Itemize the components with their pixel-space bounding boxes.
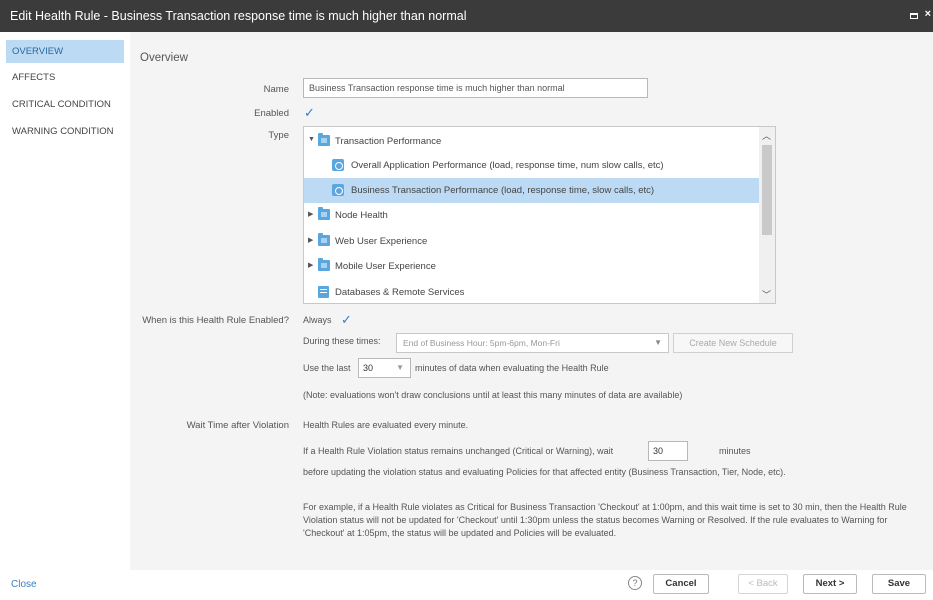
tree-item-label: Transaction Performance bbox=[335, 136, 442, 147]
unchanged-text: If a Health Rule Violation status remain… bbox=[303, 446, 614, 456]
collapse-arrow-icon[interactable]: ▶ bbox=[308, 236, 313, 244]
schedule-select: End of Business Hour: 5pm-6pm, Mon-Fri ▼ bbox=[396, 333, 669, 353]
sidebar bbox=[0, 32, 130, 600]
folder-icon bbox=[318, 207, 330, 220]
tree-item-label: Databases & Remote Services bbox=[335, 287, 465, 298]
tree-item-node-health[interactable]: ▶ Node Health bbox=[304, 203, 760, 228]
example-text: For example, if a Health Rule violates a… bbox=[303, 502, 907, 538]
tree-item-label: Business Transaction Performance (load, … bbox=[351, 185, 655, 196]
name-label: Name bbox=[263, 84, 289, 95]
minutes-suffix: minutes of data when evaluating the Heal… bbox=[415, 363, 609, 373]
tree-scrollbar[interactable]: ︿ ﹀ bbox=[759, 127, 775, 303]
title-bar: Edit Health Rule - Business Transaction … bbox=[0, 0, 933, 32]
type-tree: ▼ Transaction Performance Overall Applic… bbox=[303, 126, 776, 304]
tree-item-overall-application-performance[interactable]: Overall Application Performance (load, r… bbox=[304, 153, 760, 178]
tree-item-web-user-experience[interactable]: ▶ Web User Experience bbox=[304, 229, 760, 254]
wait-suffix: minutes bbox=[719, 446, 751, 456]
scroll-up-icon[interactable]: ︿ bbox=[762, 129, 771, 142]
database-icon bbox=[318, 286, 329, 298]
window-title: Edit Health Rule - Business Transaction … bbox=[10, 9, 467, 23]
sidebar-item-overview[interactable]: OVERVIEW bbox=[6, 40, 124, 63]
tree-item-label: Mobile User Experience bbox=[335, 261, 436, 272]
tree-item-label: Node Health bbox=[335, 210, 388, 221]
sidebar-item-affects[interactable]: AFFECTS bbox=[6, 66, 124, 89]
cancel-button[interactable]: Cancel bbox=[653, 574, 709, 594]
always-label: Always bbox=[303, 315, 332, 325]
next-button[interactable]: Next > bbox=[803, 574, 857, 594]
wait-minutes-input[interactable]: 30 bbox=[648, 441, 688, 461]
help-icon[interactable]: ? bbox=[628, 576, 642, 590]
application-icon bbox=[332, 159, 344, 171]
enabled-checkbox[interactable]: ✓ bbox=[304, 106, 315, 119]
schedule-value: End of Business Hour: 5pm-6pm, Mon-Fri bbox=[403, 338, 560, 348]
sidebar-item-warning-condition[interactable]: WARNING CONDITION bbox=[6, 120, 124, 143]
tree-item-business-transaction-performance[interactable]: Business Transaction Performance (load, … bbox=[304, 178, 760, 203]
minutes-value: 30 bbox=[363, 363, 374, 373]
minutes-select[interactable]: 30 ▼ bbox=[358, 358, 411, 378]
save-button[interactable]: Save bbox=[872, 574, 926, 594]
tree-item-transaction-performance[interactable]: ▼ Transaction Performance bbox=[304, 129, 760, 154]
folder-icon bbox=[318, 233, 330, 246]
type-label: Type bbox=[268, 130, 289, 141]
close-icon[interactable]: × bbox=[925, 8, 931, 20]
maximize-icon[interactable] bbox=[910, 13, 918, 19]
name-input[interactable]: Business Transaction response time is mu… bbox=[303, 78, 648, 98]
folder-icon bbox=[318, 133, 330, 146]
back-button: < Back bbox=[738, 574, 788, 594]
folder-icon bbox=[318, 258, 330, 271]
close-link[interactable]: Close bbox=[11, 579, 37, 590]
wait-time-label: Wait Time after Violation bbox=[186, 420, 289, 431]
chevron-down-icon: ▼ bbox=[396, 363, 404, 372]
note-text: (Note: evaluations won't draw conclusion… bbox=[303, 390, 683, 400]
evaluated-text: Health Rules are evaluated every minute. bbox=[303, 420, 469, 430]
when-enabled-label: When is this Health Rule Enabled? bbox=[142, 315, 289, 326]
sidebar-item-critical-condition[interactable]: CRITICAL CONDITION bbox=[6, 93, 124, 116]
tree-item-databases-remote-services[interactable]: Databases & Remote Services bbox=[304, 280, 760, 303]
tree-item-mobile-user-experience[interactable]: ▶ Mobile User Experience bbox=[304, 254, 760, 279]
collapse-arrow-icon[interactable]: ▶ bbox=[308, 210, 313, 218]
collapse-arrow-icon[interactable]: ▶ bbox=[308, 261, 313, 269]
always-checkbox[interactable]: ✓ bbox=[341, 313, 352, 326]
section-title: Overview bbox=[140, 52, 188, 64]
use-last-label: Use the last bbox=[303, 363, 351, 373]
scroll-down-icon[interactable]: ﹀ bbox=[762, 288, 771, 301]
during-label: During these times: bbox=[303, 336, 381, 346]
create-schedule-button: Create New Schedule bbox=[673, 333, 793, 353]
enabled-label: Enabled bbox=[254, 108, 289, 119]
scroll-thumb[interactable] bbox=[762, 145, 772, 235]
expand-arrow-icon[interactable]: ▼ bbox=[308, 136, 315, 143]
tree-item-label: Overall Application Performance (load, r… bbox=[351, 160, 664, 171]
tree-item-label: Web User Experience bbox=[335, 236, 428, 247]
business-transaction-icon bbox=[332, 184, 344, 196]
chevron-down-icon: ▼ bbox=[654, 338, 662, 347]
before-text: before updating the violation status and… bbox=[303, 467, 786, 477]
